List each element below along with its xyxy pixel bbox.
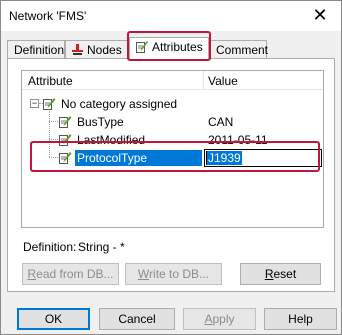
protocoltype-row-highlight: [30, 141, 320, 172]
ok-button[interactable]: OK: [17, 308, 90, 330]
tab-definition[interactable]: Definition: [7, 40, 65, 59]
list-header: Attribute Value: [22, 71, 323, 90]
tree-connector: [49, 139, 58, 140]
reset-button[interactable]: Reset: [240, 263, 321, 285]
tab-label: Comment: [216, 43, 269, 57]
network-properties-dialog: Network 'FMS' ✕ Definition Nodes Attribu…: [0, 0, 342, 335]
close-icon[interactable]: ✕: [311, 6, 329, 24]
definition-label: Definition:: [23, 240, 77, 254]
pencil-note-icon: [43, 97, 56, 110]
button-accel: W: [137, 267, 150, 281]
attribute-value: CAN: [208, 115, 234, 129]
pencil-note-icon: [59, 115, 72, 128]
collapse-icon[interactable]: −: [30, 99, 39, 108]
title-bar: Network 'FMS' ✕: [1, 1, 341, 31]
cancel-button[interactable]: Cancel: [99, 308, 175, 330]
button-label: eset: [273, 267, 297, 281]
tab-nodes[interactable]: Nodes: [65, 40, 129, 59]
apply-button[interactable]: Apply: [183, 308, 256, 330]
definition-line: Definition: String - *: [23, 240, 125, 254]
help-button[interactable]: Help: [264, 308, 337, 330]
button-accel: A: [204, 312, 213, 326]
column-header-value[interactable]: Value: [208, 74, 238, 88]
button-label: rite to DB...: [149, 267, 210, 281]
tab-label: Nodes: [87, 43, 122, 57]
button-label: OK: [44, 312, 63, 326]
button-label: pply: [212, 312, 235, 326]
attribute-row[interactable]: BusType CAN: [22, 114, 323, 130]
write-to-db-button[interactable]: Write to DB...: [125, 263, 222, 285]
button-label: ead from DB...: [36, 267, 114, 281]
attribute-name: BusType: [77, 115, 124, 129]
column-header-attribute[interactable]: Attribute: [28, 74, 73, 88]
window-title: Network 'FMS': [9, 9, 87, 23]
definition-value: String - *: [78, 240, 125, 254]
button-accel: R: [27, 267, 37, 281]
attributes-tab-highlight: [127, 31, 211, 61]
node-icon: [72, 44, 83, 59]
button-label: Cancel: [118, 312, 156, 326]
tab-comment[interactable]: Comment: [209, 40, 269, 59]
button-label: Help: [288, 312, 313, 326]
tab-label: Definition: [14, 43, 65, 57]
category-row[interactable]: − No category assigned: [22, 96, 323, 112]
category-label: No category assigned: [61, 97, 178, 111]
read-from-db-button[interactable]: Read from DB...: [22, 263, 119, 285]
column-divider[interactable]: [203, 71, 204, 89]
tree-connector: [49, 121, 58, 122]
